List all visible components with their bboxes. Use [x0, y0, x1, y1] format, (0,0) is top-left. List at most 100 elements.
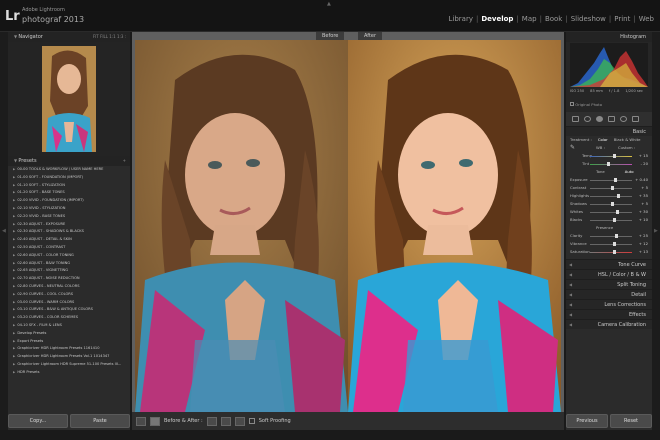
temp-slider[interactable]: [590, 154, 632, 158]
preset-folder[interactable]: ▶ Graphicriver Lightroom HDR Supreme 51-1…: [8, 361, 130, 369]
saturation-value[interactable]: + 13: [639, 248, 648, 256]
spot-removal-icon[interactable]: [584, 116, 591, 122]
preset-folder[interactable]: ▶ 02-20 VIVID - BASE TONES: [8, 213, 130, 221]
preset-folder[interactable]: ▶ 03-00 CURVES - WARM COLORS: [8, 299, 130, 307]
split-toning-header[interactable]: ◀ Split Toning: [566, 279, 652, 289]
module-web[interactable]: Web: [639, 15, 654, 23]
treatment-color-option[interactable]: Color: [598, 136, 608, 144]
graduated-filter-icon[interactable]: [608, 116, 615, 122]
blacks-slider[interactable]: [590, 218, 632, 222]
preset-folder[interactable]: ▶ Graphicriver HDR Lightroom Presets 1161…: [8, 345, 130, 353]
preset-folder[interactable]: ▶ 02-40 ADJUST - DETAIL & SKIN: [8, 236, 130, 244]
preset-folder[interactable]: ▶ 02-60 ADJUST - COLOR TONING: [8, 252, 130, 260]
whites-value[interactable]: + 30: [639, 208, 648, 216]
preset-folder[interactable]: ▶ 01-10 SOFT - STYLIZATION: [8, 182, 130, 190]
module-book[interactable]: Book: [545, 15, 562, 23]
vibrance-value[interactable]: + 12: [639, 240, 648, 248]
saturation-slider[interactable]: [590, 250, 632, 254]
camera-calibration-header[interactable]: ◀ Camera Calibration: [566, 319, 652, 329]
previous-button[interactable]: Previous: [566, 414, 608, 428]
copy-button[interactable]: Copy...: [8, 414, 68, 428]
clarity-knob[interactable]: [615, 234, 618, 238]
tone-auto-button[interactable]: Auto: [625, 168, 634, 176]
preset-folder[interactable]: ▶ Develop Presets: [8, 330, 130, 338]
tint-slider[interactable]: [590, 162, 632, 166]
swap-before-after-icon[interactable]: [206, 416, 217, 426]
temp-value[interactable]: + 15: [639, 152, 648, 160]
preset-folder[interactable]: ▶ 02-80 CURVES - NEUTRAL COLORS: [8, 283, 130, 291]
lens-corrections-header[interactable]: ◀ Lens Corrections: [566, 299, 652, 309]
whites-slider[interactable]: [590, 210, 632, 214]
clarity-slider[interactable]: [590, 234, 632, 238]
preset-folder[interactable]: ▶ 02-30 ADJUST - EXPOSURE: [8, 221, 130, 229]
preset-folder[interactable]: ▶ Export Presets: [8, 338, 130, 346]
histogram-graph[interactable]: [570, 43, 648, 87]
preset-folder[interactable]: ▶ HDR Presets: [8, 369, 130, 377]
contrast-value[interactable]: + 5: [641, 184, 648, 192]
collapse-left-icon[interactable]: ◀: [2, 228, 6, 234]
highlights-knob[interactable]: [617, 194, 620, 198]
navigator-preview[interactable]: [8, 42, 130, 156]
temp-knob[interactable]: [613, 154, 616, 158]
vibrance-knob[interactable]: [613, 242, 616, 246]
highlights-value[interactable]: + 35: [639, 192, 648, 200]
crop-tool-icon[interactable]: [572, 116, 579, 122]
preset-folder[interactable]: ▶ 04-10 SFX - FILM & LENS: [8, 322, 130, 330]
original-photo-toggle[interactable]: Original Photo: [570, 102, 602, 107]
clarity-value[interactable]: + 25: [639, 232, 648, 240]
tone-curve-header[interactable]: ◀ Tone Curve: [566, 259, 652, 269]
highlights-slider[interactable]: [590, 194, 632, 198]
whites-knob[interactable]: [616, 210, 619, 214]
original-photo-checkbox[interactable]: [570, 102, 574, 106]
module-map[interactable]: Map: [522, 15, 537, 23]
adjustment-brush-icon[interactable]: [632, 116, 639, 122]
before-photo[interactable]: [135, 40, 348, 412]
add-preset-icon[interactable]: +: [123, 156, 126, 166]
saturation-knob[interactable]: [613, 250, 616, 254]
radial-filter-icon[interactable]: [620, 116, 627, 122]
preset-folder[interactable]: ▶ 02-60 ADJUST - B&W TONING: [8, 260, 130, 268]
exposure-value[interactable]: + 0.40: [635, 176, 648, 184]
preset-folder[interactable]: ▶ 03-10 CURVES - B&W & ANTIQUE COLORS: [8, 306, 130, 314]
preset-folder[interactable]: ▶ 02-70 ADJUST - NOISE REDUCTION: [8, 275, 130, 283]
navigator-header[interactable]: ▼ Navigator FIT FILL 1:1 1:3 :: [8, 32, 130, 42]
basic-header[interactable]: Basic: [566, 126, 652, 136]
after-photo[interactable]: [348, 40, 561, 412]
shadows-value[interactable]: + 5: [641, 200, 648, 208]
preset-folder[interactable]: ▶ 00-00 TOOLS & WORKFLOW / USER NAME HERE: [8, 166, 130, 174]
shadows-knob[interactable]: [611, 202, 614, 206]
paste-button[interactable]: Paste: [70, 414, 130, 428]
module-develop[interactable]: Develop: [481, 15, 513, 23]
wb-select[interactable]: Custom :: [618, 144, 635, 152]
preset-folder[interactable]: ▶ Graphicriver HDR Lightroom Presets Vol.…: [8, 353, 130, 361]
eyedropper-icon[interactable]: ✎: [570, 144, 575, 152]
red-eye-icon[interactable]: [596, 116, 603, 122]
collapse-top-icon[interactable]: ▲: [327, 1, 331, 7]
shadows-slider[interactable]: [590, 202, 632, 206]
navigator-zoom-options[interactable]: FIT FILL 1:1 1:3 :: [93, 32, 126, 42]
reset-button[interactable]: Reset: [610, 414, 652, 428]
before-after-view-icon[interactable]: [150, 416, 160, 426]
collapse-right-icon[interactable]: ▶: [654, 228, 658, 234]
hsl-header[interactable]: ◀ HSL / Color / B & W: [566, 269, 652, 279]
tint-value[interactable]: - 20: [641, 160, 648, 168]
preset-folder[interactable]: ▶ 02-65 ADJUST - VIGNETTING: [8, 267, 130, 275]
detail-header[interactable]: ◀ Detail: [566, 289, 652, 299]
exposure-knob[interactable]: [614, 178, 617, 182]
module-slideshow[interactable]: Slideshow: [571, 15, 606, 23]
effects-header[interactable]: ◀ Effects: [566, 309, 652, 319]
copy-before-to-after-icon[interactable]: [234, 416, 245, 426]
contrast-slider[interactable]: [590, 186, 632, 190]
histogram-header[interactable]: Histogram: [566, 32, 652, 42]
module-library[interactable]: Library: [449, 15, 473, 23]
soft-proofing-checkbox[interactable]: [248, 418, 255, 424]
module-print[interactable]: Print: [614, 15, 630, 23]
preset-folder[interactable]: ▶ 01-00 SOFT - FOUNDATION (IMPORT): [8, 174, 130, 182]
vibrance-slider[interactable]: [590, 242, 632, 246]
tint-knob[interactable]: [607, 162, 610, 166]
preset-folder[interactable]: ▶ 02-90 CURVES - COOL COLORS: [8, 291, 130, 299]
treatment-bw-option[interactable]: Black & White: [614, 136, 641, 144]
loupe-view-icon[interactable]: [136, 416, 146, 426]
blacks-knob[interactable]: [613, 218, 616, 222]
preset-folder[interactable]: ▶ 03-20 CURVES - COLOR SCHEMES: [8, 314, 130, 322]
